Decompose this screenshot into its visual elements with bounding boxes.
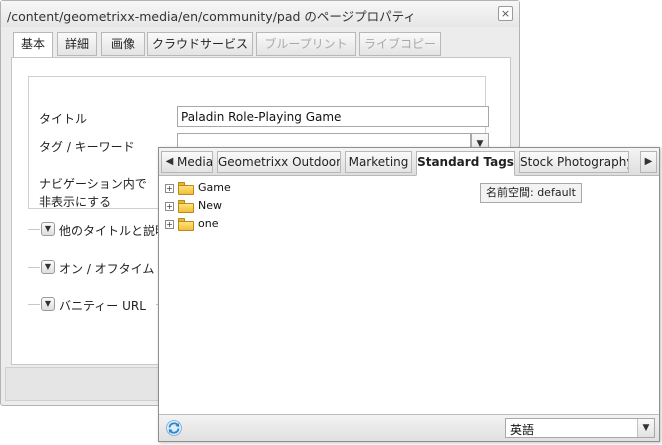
section-label: オン / オフタイム <box>59 262 155 276</box>
folder-icon <box>178 200 194 213</box>
tag-tree: + Game + New + one <box>165 180 285 234</box>
tab-advanced[interactable]: 詳細 <box>57 32 97 56</box>
hide-in-nav-label: ナビゲーション内で <box>39 177 147 191</box>
folder-icon <box>178 218 194 231</box>
tab-stock-photography[interactable]: Stock Photography <box>519 151 629 173</box>
tab-standard-tags[interactable]: Standard Tags <box>416 151 515 176</box>
tag-picker-footer: 英語 ▼ <box>159 414 659 441</box>
chevron-down-icon[interactable]: ▼ <box>637 419 654 437</box>
section-label: 他のタイトルと説明 <box>59 224 168 238</box>
tab-image[interactable]: 画像 <box>101 32 145 56</box>
divider <box>28 304 40 305</box>
tab-marketing[interactable]: Marketing <box>345 151 412 173</box>
expand-icon[interactable]: + <box>165 184 174 193</box>
expand-toggle-icon[interactable]: ▼ <box>41 222 55 236</box>
title-input[interactable] <box>177 106 489 127</box>
expand-icon[interactable]: + <box>165 202 174 211</box>
tag-namespace-tabs: ◀ Media Geometrixx Outdoors Marketing St… <box>159 148 659 176</box>
scroll-right-icon[interactable]: ▶ <box>640 151 657 173</box>
tree-node[interactable]: + one <box>165 216 285 234</box>
tree-node-label[interactable]: Game <box>198 181 231 194</box>
tree-node-label[interactable]: New <box>198 199 222 212</box>
tab-media[interactable]: Media <box>177 151 213 173</box>
dialog-title: /content/geometrixx-media/en/community/p… <box>7 9 416 24</box>
language-select[interactable]: 英語 ▼ <box>505 418 655 438</box>
tab-cloud-services[interactable]: クラウドサービス <box>147 32 253 56</box>
tab-basic[interactable]: 基本 <box>13 32 53 58</box>
hide-in-nav-label-line2: 非表示にする <box>39 195 112 209</box>
tree-node[interactable]: + New <box>165 198 285 216</box>
tree-node-label[interactable]: one <box>198 217 218 230</box>
tree-node[interactable]: + Game <box>165 180 285 198</box>
tags-label: タグ / キーワード <box>39 140 135 154</box>
scroll-left-icon[interactable]: ◀ <box>161 151 178 173</box>
tab-blueprint: ブループリント <box>256 32 356 56</box>
folder-icon <box>178 182 194 195</box>
tag-picker-popup: ◀ Media Geometrixx Outdoors Marketing St… <box>158 147 660 442</box>
refresh-icon[interactable] <box>166 420 182 436</box>
tab-geometrixx-outdoors[interactable]: Geometrixx Outdoors <box>217 151 341 173</box>
section-label: バニティー URL <box>59 299 146 313</box>
namespace-tooltip: 名前空間: default <box>480 183 582 203</box>
expand-toggle-icon[interactable]: ▼ <box>41 260 55 274</box>
title-label: タイトル <box>39 112 88 126</box>
divider <box>28 267 40 268</box>
expand-toggle-icon[interactable]: ▼ <box>41 297 55 311</box>
dialog-header[interactable]: /content/geometrixx-media/en/community/p… <box>1 1 519 27</box>
language-value: 英語 <box>510 423 535 437</box>
tab-live-copy: ライブコピー <box>359 32 441 56</box>
expand-icon[interactable]: + <box>165 220 174 229</box>
close-icon[interactable]: × <box>498 6 513 21</box>
divider <box>28 229 40 230</box>
